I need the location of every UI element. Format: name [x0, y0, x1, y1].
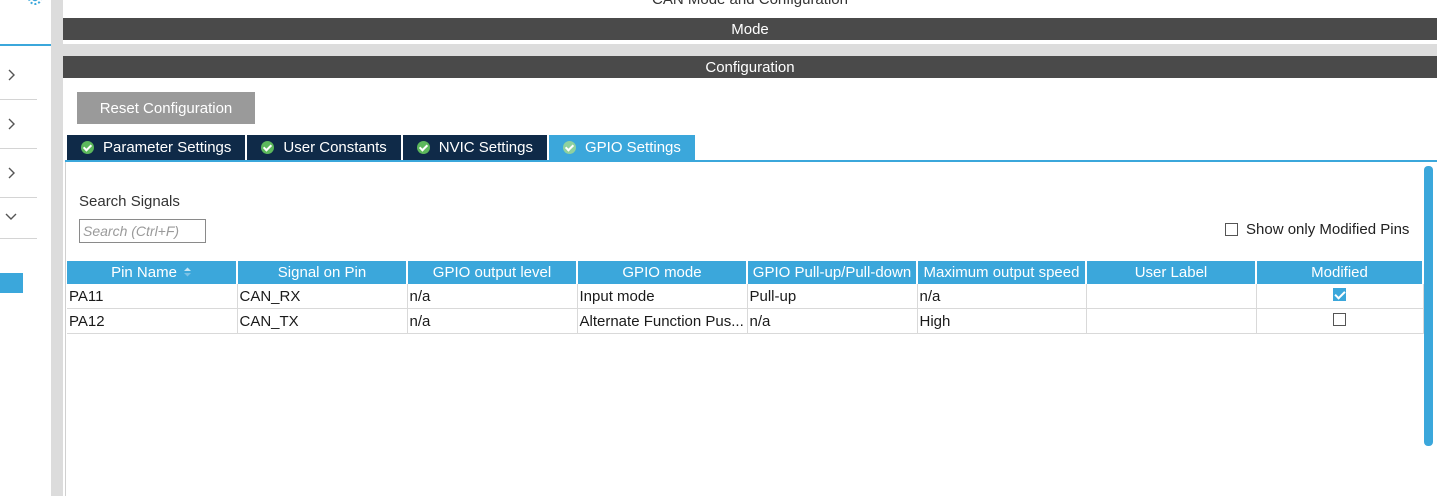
tab-gpio-settings[interactable]: GPIO Settings: [549, 135, 695, 160]
cell-modified: [1256, 308, 1424, 334]
tab-label: User Constants: [283, 139, 387, 156]
reset-configuration-button[interactable]: Reset Configuration: [77, 92, 255, 124]
show-modified-checkbox[interactable]: [1225, 223, 1238, 236]
modified-checkbox[interactable]: [1333, 287, 1346, 301]
cell-pull[interactable]: Pull-up: [747, 284, 918, 309]
check-circle-icon: [416, 141, 430, 154]
gear-icon[interactable]: [24, 0, 46, 10]
check-circle-icon: [81, 141, 94, 154]
tab-label: Parameter Settings: [103, 139, 232, 156]
section-divider[interactable]: [63, 44, 1437, 56]
gpio-pins-table: Pin Name Signal on Pin GPIO output level…: [67, 261, 1424, 334]
column-header-signal[interactable]: Signal on Pin: [237, 261, 408, 284]
column-header-user-label[interactable]: User Label: [1086, 261, 1257, 284]
sidebar-top-divider: [0, 44, 51, 46]
cell-user-label[interactable]: [1086, 284, 1257, 309]
column-header-speed[interactable]: Maximum output speed: [917, 261, 1087, 284]
show-modified-pins-toggle[interactable]: Show only Modified Pins: [1225, 221, 1409, 238]
configuration-section-header[interactable]: Configuration: [63, 56, 1437, 78]
right-gutter: [1437, 0, 1453, 496]
sidebar-selected-marker[interactable]: [0, 273, 23, 293]
panel-title: CAN Mode and Configuration: [63, 0, 1437, 8]
tab-nvic-settings[interactable]: NVIC Settings: [402, 135, 547, 160]
tab-user-constants[interactable]: User Constants: [247, 135, 401, 160]
cell-user-label[interactable]: [1086, 308, 1257, 334]
cell-speed[interactable]: High: [917, 308, 1087, 334]
table-row[interactable]: PA11 CAN_RX n/a Input mode Pull-up n/a: [67, 284, 1424, 309]
check-circle-icon: [261, 141, 275, 154]
tab-label: NVIC Settings: [438, 139, 533, 156]
cell-speed[interactable]: n/a: [917, 284, 1087, 309]
show-modified-label: Show only Modified Pins: [1246, 221, 1410, 238]
chevron-right-icon: [8, 118, 15, 130]
cell-pin-name[interactable]: PA12: [67, 308, 238, 334]
modified-checkbox[interactable]: [1333, 312, 1346, 326]
vertical-scrollbar[interactable]: [1424, 166, 1433, 446]
cell-output-level[interactable]: n/a: [407, 308, 578, 334]
cell-signal[interactable]: CAN_RX: [237, 284, 408, 309]
search-signals-label: Search Signals: [79, 193, 180, 210]
cell-output-level[interactable]: n/a: [407, 284, 578, 309]
tab-label: GPIO Settings: [585, 139, 681, 156]
column-header-gpio-mode[interactable]: GPIO mode: [577, 261, 748, 284]
main-panel: CAN Mode and Configuration Mode Configur…: [63, 0, 1437, 496]
panel-separator[interactable]: [51, 0, 63, 496]
column-header-pin-name[interactable]: Pin Name: [67, 261, 238, 284]
tab-parameter-settings[interactable]: Parameter Settings: [67, 135, 246, 160]
cell-pin-name[interactable]: PA11: [67, 284, 238, 309]
sort-icon: [183, 267, 191, 277]
sidebar-item-4[interactable]: [0, 190, 37, 239]
cell-gpio-mode[interactable]: Alternate Function Pus...: [577, 308, 748, 334]
cell-gpio-mode[interactable]: Input mode: [577, 284, 748, 309]
check-circle-icon: [563, 141, 576, 154]
sidebar-item-2[interactable]: [0, 100, 37, 149]
column-header-label: Pin Name: [111, 264, 177, 281]
chevron-right-icon: [8, 69, 15, 81]
column-header-pull[interactable]: GPIO Pull-up/Pull-down: [747, 261, 918, 284]
table-header-row: Pin Name Signal on Pin GPIO output level…: [67, 261, 1424, 284]
cell-signal[interactable]: CAN_TX: [237, 308, 408, 334]
column-header-modified[interactable]: Modified: [1256, 261, 1424, 284]
table-row[interactable]: PA12 CAN_TX n/a Alternate Function Pus..…: [67, 308, 1424, 334]
search-signals-input[interactable]: [79, 219, 206, 243]
gpio-settings-content: Search Signals Show only Modified Pins P…: [65, 162, 1436, 496]
column-header-output-level[interactable]: GPIO output level: [407, 261, 578, 284]
mode-section-header[interactable]: Mode: [63, 18, 1437, 40]
config-tabs: Parameter Settings User Constants NVIC S…: [67, 135, 697, 160]
left-sidebar: [0, 0, 51, 496]
chevron-right-icon: [8, 167, 15, 179]
cell-pull[interactable]: n/a: [747, 308, 918, 334]
sidebar-item-1[interactable]: [0, 51, 37, 100]
cell-modified: [1256, 284, 1424, 309]
chevron-down-icon: [5, 213, 17, 220]
